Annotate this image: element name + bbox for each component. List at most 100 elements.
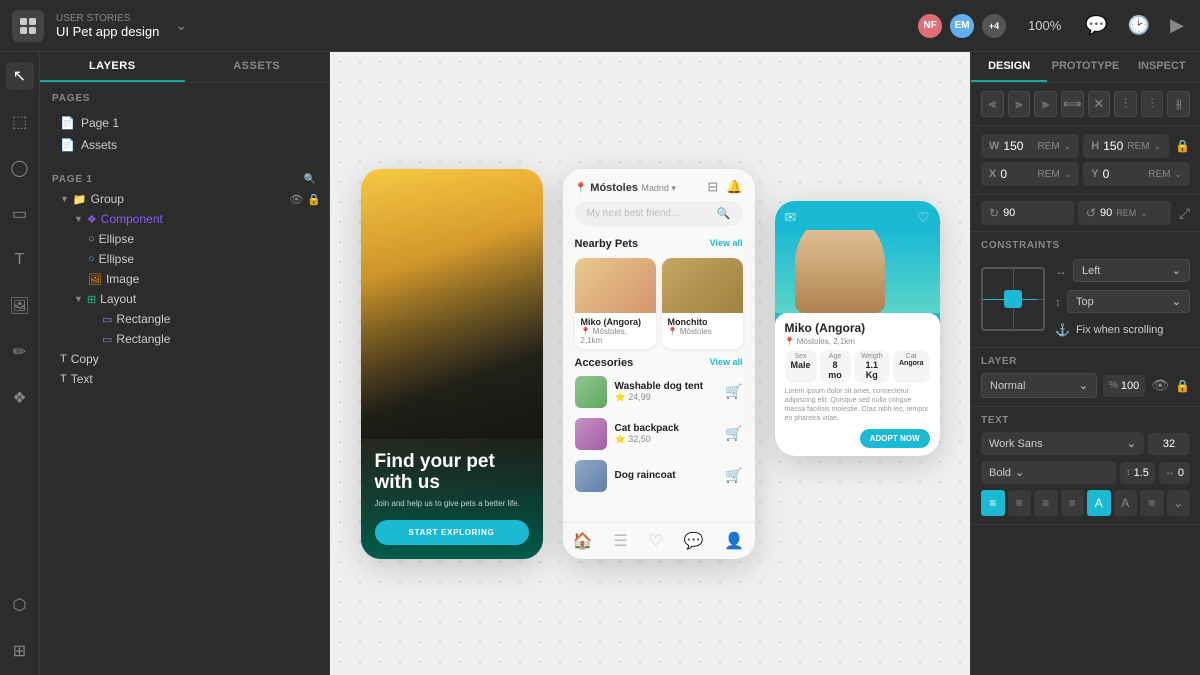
- cart3-icon[interactable]: 🛒: [725, 467, 742, 484]
- lock-icon[interactable]: 🔒: [307, 193, 321, 206]
- align-center-text-btn[interactable]: ≡: [1008, 490, 1032, 516]
- delete-icon[interactable]: ✕: [1088, 91, 1111, 117]
- ellipse-tool-icon[interactable]: ◯: [6, 154, 34, 182]
- acc-item-1[interactable]: Washable dog tent ⭐ 24,99 🛒: [563, 371, 755, 413]
- phone1-sub: Join and help us to give pets a better l…: [375, 499, 529, 508]
- rotate-field[interactable]: ↻ 90: [981, 201, 1074, 225]
- tab-prototype[interactable]: PROTOTYPE: [1047, 52, 1123, 82]
- layer-image[interactable]: 🖼 Image: [40, 269, 329, 289]
- cursor-icon[interactable]: ↖: [6, 62, 34, 90]
- phone3-heart-icon[interactable]: ♡: [917, 209, 930, 226]
- layer-ellipse1[interactable]: ○ Ellipse: [40, 229, 329, 249]
- y-field[interactable]: Y 0 REM ⌄: [1083, 162, 1190, 186]
- align-left-icon[interactable]: ⫷: [981, 91, 1004, 117]
- layer-copy[interactable]: T Copy: [40, 349, 329, 369]
- phone3-adopt-btn[interactable]: ADOPT NOW: [860, 429, 930, 448]
- constraints-visual: [981, 267, 1045, 331]
- eye-icon[interactable]: 👁: [289, 193, 303, 206]
- assets-label: Assets: [81, 138, 117, 152]
- tab-design[interactable]: DESIGN: [971, 52, 1047, 82]
- layer-text[interactable]: T Text: [40, 369, 329, 389]
- cart-icon[interactable]: 🛒: [725, 383, 742, 400]
- distribute-h-icon[interactable]: ⟺: [1061, 91, 1084, 117]
- horizontal-constraint-select[interactable]: Left ⌄: [1073, 259, 1190, 282]
- heart-nav-icon[interactable]: ♡: [649, 531, 663, 551]
- eye-layer-icon[interactable]: 👁: [1151, 377, 1169, 394]
- layer-ellipse2[interactable]: ○ Ellipse: [40, 249, 329, 269]
- pet-card-2[interactable]: Monchito 📍 Móstoles: [662, 258, 743, 349]
- view-all-acc[interactable]: View all: [710, 357, 743, 369]
- align-left-text-btn[interactable]: ≡: [981, 490, 1005, 516]
- phone2-search[interactable]: My next best friend... 🔍: [575, 201, 743, 226]
- chat-icon[interactable]: 💬: [1081, 11, 1111, 40]
- title-chevron-icon[interactable]: ⌄: [175, 17, 187, 34]
- layer-component[interactable]: ▼ ❖ Component: [40, 209, 329, 229]
- rotate2-field[interactable]: ↺ 90 REM ⌄: [1078, 201, 1171, 225]
- layer-layout[interactable]: ▼ ⊞ Layout: [40, 289, 329, 309]
- cart2-icon[interactable]: 🛒: [725, 425, 742, 442]
- font-family-select[interactable]: Work Sans ⌄: [981, 432, 1144, 455]
- blend-mode-select[interactable]: Normal ⌄: [981, 373, 1097, 398]
- filter-icon[interactable]: ⊟: [707, 179, 718, 195]
- tab-assets[interactable]: ASSETS: [185, 52, 330, 82]
- lock-layer-icon[interactable]: 🔒: [1175, 379, 1190, 393]
- chat-nav-icon[interactable]: 💬: [684, 531, 704, 551]
- right-panel: DESIGN PROTOTYPE INSPECT ⫷ ⫸ ⫸ ⟺ ✕ ⫶ ⫶ ⫵…: [970, 52, 1200, 675]
- align-right-text-btn[interactable]: ≡: [1034, 490, 1058, 516]
- letter-spacing-field[interactable]: ↔ 0: [1159, 462, 1190, 484]
- phone1-btn[interactable]: START EXPLORING: [375, 520, 529, 545]
- lock-dimensions-icon[interactable]: 🔒: [1175, 139, 1190, 153]
- pet-card-1[interactable]: Miko (Angora) 📍 Móstoles, 2,1km: [575, 258, 656, 349]
- phone3-mail-icon[interactable]: ✉: [785, 209, 797, 226]
- bell-icon[interactable]: 🔔: [726, 179, 742, 195]
- acc-item-2[interactable]: Cat backpack ⭐ 32,50 🛒: [563, 413, 755, 455]
- history-icon[interactable]: 🕑: [1124, 11, 1154, 40]
- list-nav-icon[interactable]: ☰: [613, 531, 627, 551]
- x-field[interactable]: X 0 REM ⌄: [981, 162, 1079, 186]
- width-field[interactable]: W 150 REM ⌄: [981, 134, 1079, 158]
- align-top-icon[interactable]: ⫶: [1114, 91, 1137, 117]
- view-all-nearby[interactable]: View all: [710, 238, 743, 250]
- rect-tool-icon[interactable]: ▭: [6, 200, 34, 228]
- frame-icon[interactable]: ⬚: [6, 108, 34, 136]
- align-middle-v-icon[interactable]: ⫶: [1141, 91, 1164, 117]
- assets-item[interactable]: 📄 Assets: [52, 134, 317, 156]
- line-height-field[interactable]: ↕ 1.5: [1120, 462, 1155, 484]
- zoom-level[interactable]: 100%: [1028, 18, 1061, 33]
- layer-rect2[interactable]: ▭ Rectangle: [40, 329, 329, 349]
- acc-item-3[interactable]: Dog raincoat 🛒: [563, 455, 755, 497]
- vertical-constraint-select[interactable]: Top ⌄: [1067, 290, 1190, 313]
- tab-layers[interactable]: LAYERS: [40, 52, 185, 82]
- grid-icon[interactable]: ⊞: [6, 637, 34, 665]
- text-tool-icon[interactable]: T: [6, 246, 34, 274]
- home-nav-icon[interactable]: 🏠: [573, 531, 593, 551]
- image-tool-icon[interactable]: 🖼: [6, 292, 34, 320]
- layer-rect1[interactable]: ▭ Rectangle: [40, 309, 329, 329]
- text-fill-btn[interactable]: A: [1114, 490, 1138, 516]
- tab-inspect[interactable]: INSPECT: [1124, 52, 1200, 82]
- page1-item[interactable]: 📄 Page 1: [52, 112, 317, 134]
- text-stroke-btn[interactable]: ≡: [1140, 490, 1164, 516]
- opacity-field[interactable]: % 100: [1103, 375, 1145, 397]
- chevron-down-icon: ▼: [60, 194, 69, 204]
- font-family-value: Work Sans: [989, 438, 1043, 450]
- shape-icon[interactable]: ⬡: [6, 591, 34, 619]
- search-icon[interactable]: 🔍: [304, 174, 317, 185]
- distribute-v-icon[interactable]: ⫵: [1167, 91, 1190, 117]
- font-size-field[interactable]: 32: [1148, 433, 1190, 455]
- text-more-btn[interactable]: ⌄: [1167, 490, 1191, 516]
- align-right-icon[interactable]: ⫸: [1034, 91, 1057, 117]
- constraint-right-line: [1037, 299, 1043, 300]
- profile-nav-icon[interactable]: 👤: [724, 531, 744, 551]
- expand-icon[interactable]: ⤢: [1179, 205, 1190, 222]
- align-justify-text-btn[interactable]: ≡: [1061, 490, 1085, 516]
- layer-group[interactable]: ▼ 📁 Group 👁 🔒: [40, 189, 329, 209]
- height-field[interactable]: H 150 REM ⌄: [1083, 134, 1169, 158]
- stat-weight: Weigth 1.1 Kg: [854, 350, 890, 383]
- align-center-h-icon[interactable]: ⫸: [1008, 91, 1031, 117]
- font-style-select[interactable]: Bold ⌄: [981, 461, 1116, 484]
- play-icon[interactable]: ▶: [1166, 11, 1188, 40]
- component-icon[interactable]: ❖: [6, 384, 34, 412]
- pen-tool-icon[interactable]: ✏: [6, 338, 34, 366]
- text-color-btn[interactable]: A: [1087, 490, 1111, 516]
